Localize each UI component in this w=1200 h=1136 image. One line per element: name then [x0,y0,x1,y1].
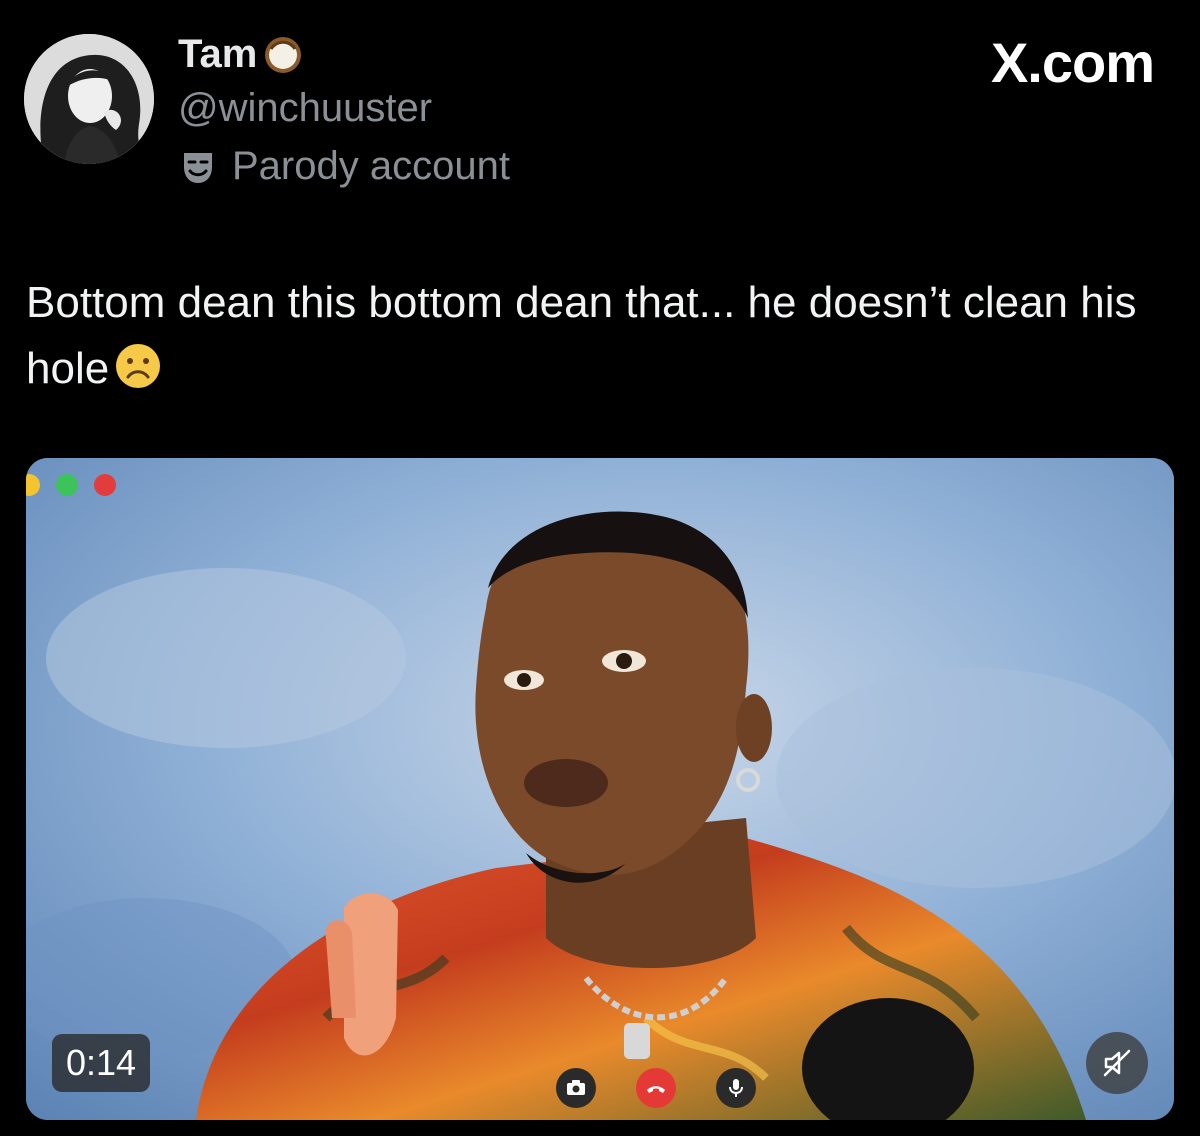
frowning-face-icon [113,341,163,391]
call-controls [556,1068,756,1108]
author-display-name[interactable]: Tam [178,32,257,77]
parody-label-row: Parody account [178,144,510,189]
end-call-icon [636,1068,676,1108]
tweet-text-block: Bottom dean this bottom dean that... he … [26,270,1166,402]
microphone-icon [716,1068,756,1108]
window-dot-yellow [26,474,40,496]
window-dots [26,474,116,496]
theater-mask-icon [178,147,218,187]
tweet-text: Bottom dean this bottom dean that... he … [26,278,1137,393]
parody-label: Parody account [232,144,510,188]
author-handle[interactable]: @winchuuster [178,86,432,131]
video-duration-badge: 0:14 [52,1034,151,1092]
author-display-name-row[interactable]: Tam [178,32,305,77]
camera-flip-icon [556,1068,596,1108]
coconut-icon [261,33,305,77]
avatar[interactable] [24,34,154,164]
window-dot-red [94,474,116,496]
speaker-muted-icon [1103,1049,1131,1077]
mute-button[interactable] [1086,1032,1148,1094]
window-dot-green [56,474,78,496]
video-player[interactable]: 0:14 [26,458,1174,1120]
video-frame [26,458,1174,1120]
site-label: X.com [990,31,1155,94]
